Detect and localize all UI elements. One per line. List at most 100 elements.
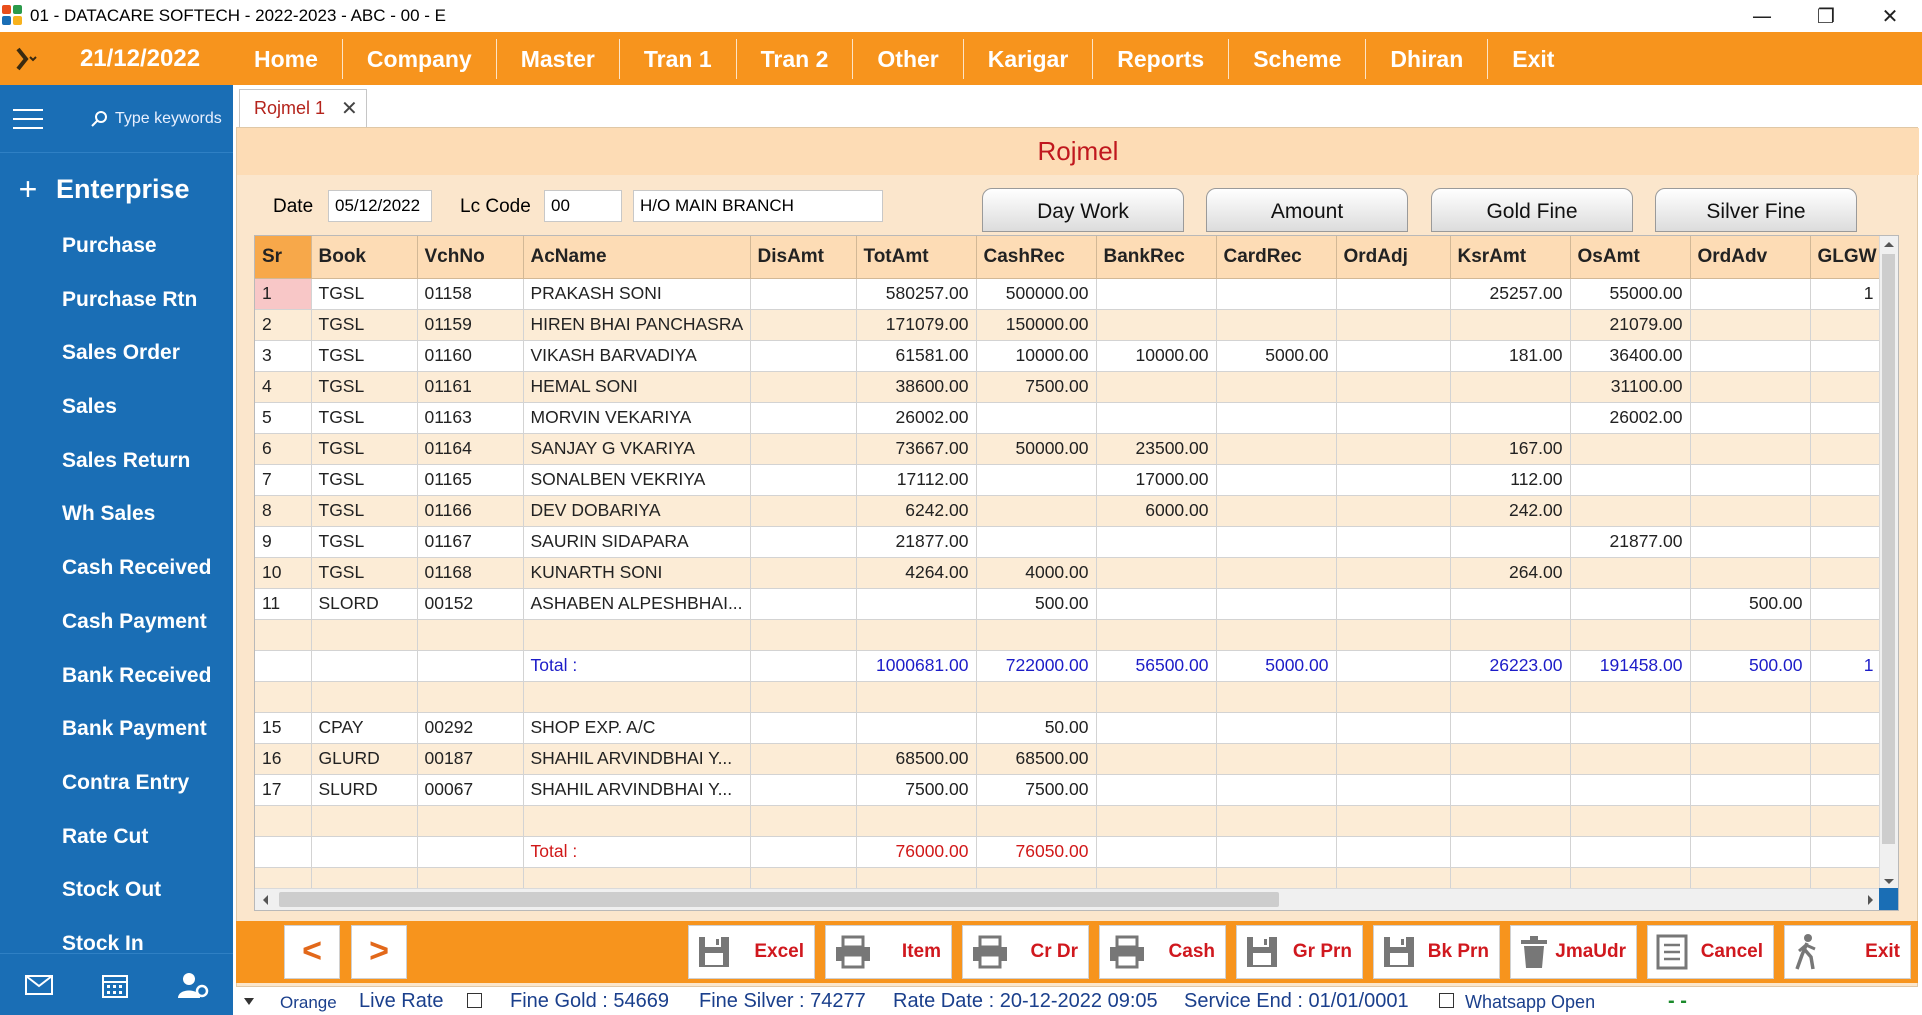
table-cell[interactable] bbox=[1096, 309, 1217, 341]
table-cell[interactable] bbox=[976, 495, 1097, 527]
table-cell[interactable] bbox=[1096, 805, 1217, 837]
table-cell[interactable]: 76050.00 bbox=[976, 836, 1097, 868]
table-cell[interactable]: 10000.00 bbox=[976, 340, 1097, 372]
table-cell[interactable] bbox=[1690, 526, 1811, 558]
table-cell[interactable] bbox=[1336, 588, 1451, 620]
hamburger-menu-icon[interactable] bbox=[13, 108, 43, 129]
user-settings-icon[interactable] bbox=[177, 971, 209, 999]
horizontal-scroll-thumb[interactable] bbox=[279, 892, 1279, 907]
table-cell[interactable]: 17 bbox=[255, 774, 312, 806]
table-cell[interactable] bbox=[750, 464, 857, 496]
table-cell[interactable] bbox=[750, 805, 857, 837]
gr-prn-button[interactable]: Gr Prn bbox=[1236, 925, 1363, 979]
table-cell[interactable] bbox=[1690, 836, 1811, 868]
table-cell[interactable]: 26002.00 bbox=[856, 402, 977, 434]
table-cell[interactable]: 00067 bbox=[417, 774, 524, 806]
table-row[interactable]: 10 TGSL 01168 KUNARTH SONI 4264.00 4000.00 264… bbox=[255, 557, 1882, 589]
table-cell[interactable]: 55000.00 bbox=[1570, 278, 1691, 310]
column-header-sr[interactable]: Sr bbox=[255, 236, 312, 279]
table-cell[interactable]: GLURD bbox=[311, 743, 418, 775]
table-cell[interactable]: 3 bbox=[255, 340, 312, 372]
sidebar-item-purchase[interactable]: Purchase bbox=[0, 219, 233, 273]
table-cell[interactable] bbox=[417, 836, 524, 868]
table-cell[interactable] bbox=[976, 805, 1097, 837]
table-cell[interactable] bbox=[1336, 805, 1451, 837]
table-cell[interactable] bbox=[1810, 464, 1882, 496]
table-cell[interactable] bbox=[1096, 836, 1217, 868]
table-cell[interactable]: SLURD bbox=[311, 774, 418, 806]
table-cell[interactable]: SHAHIL ARVINDBHAI Y... bbox=[523, 774, 751, 806]
table-cell[interactable]: 16 bbox=[255, 743, 312, 775]
column-header-acname[interactable]: AcName bbox=[523, 236, 751, 279]
menu-tran2[interactable]: Tran 2 bbox=[737, 38, 854, 79]
table-cell[interactable] bbox=[750, 340, 857, 372]
table-cell[interactable]: VIKASH BARVADIYA bbox=[523, 340, 751, 372]
tab-rojmel-1[interactable]: Rojmel 1 ✕ bbox=[239, 89, 367, 127]
table-cell[interactable] bbox=[750, 402, 857, 434]
column-header-glgw[interactable]: GLGW bbox=[1810, 236, 1882, 279]
table-cell[interactable] bbox=[1810, 495, 1882, 527]
table-cell[interactable]: 10 bbox=[255, 557, 312, 589]
table-cell[interactable] bbox=[976, 619, 1097, 651]
table-cell[interactable] bbox=[1096, 681, 1217, 713]
column-header-cardrec[interactable]: CardRec bbox=[1216, 236, 1337, 279]
table-cell[interactable]: 7500.00 bbox=[976, 774, 1097, 806]
table-cell[interactable]: 500.00 bbox=[1690, 588, 1811, 620]
table-row[interactable]: 15 CPAY 00292 SHOP EXP. A/C 50.00 bbox=[255, 712, 1882, 744]
table-cell[interactable] bbox=[1336, 278, 1451, 310]
table-cell[interactable]: 2 bbox=[255, 309, 312, 341]
table-cell[interactable]: 500.00 bbox=[1690, 650, 1811, 682]
table-cell[interactable]: 112.00 bbox=[1450, 464, 1571, 496]
tab-close-icon[interactable]: ✕ bbox=[341, 96, 358, 121]
table-cell[interactable]: 7500.00 bbox=[976, 371, 1097, 403]
restore-button[interactable]: ❐ bbox=[1794, 0, 1858, 32]
table-cell[interactable]: 4264.00 bbox=[856, 557, 977, 589]
table-cell[interactable]: TGSL bbox=[311, 557, 418, 589]
table-cell[interactable] bbox=[1690, 495, 1811, 527]
table-cell[interactable] bbox=[523, 681, 751, 713]
close-button[interactable]: ✕ bbox=[1858, 0, 1922, 32]
table-cell[interactable] bbox=[1216, 402, 1337, 434]
vertical-scrollbar[interactable] bbox=[1879, 236, 1898, 890]
table-cell[interactable]: 191458.00 bbox=[1570, 650, 1691, 682]
table-cell[interactable] bbox=[1810, 805, 1882, 837]
table-cell[interactable] bbox=[1096, 619, 1217, 651]
table-cell[interactable] bbox=[1450, 588, 1571, 620]
table-cell[interactable] bbox=[1336, 557, 1451, 589]
table-row[interactable]: 16 GLURD 00187 SHAHIL ARVINDBHAI Y... 68500.… bbox=[255, 743, 1882, 775]
table-cell[interactable] bbox=[1336, 681, 1451, 713]
table-cell[interactable]: 01167 bbox=[417, 526, 524, 558]
table-cell[interactable]: 01163 bbox=[417, 402, 524, 434]
table-cell[interactable]: Total : bbox=[523, 836, 751, 868]
table-cell[interactable]: HIREN BHAI PANCHASRA bbox=[523, 309, 751, 341]
jmaudr-button[interactable]: JmaUdr bbox=[1510, 925, 1637, 979]
table-cell[interactable] bbox=[976, 464, 1097, 496]
table-cell[interactable] bbox=[856, 588, 977, 620]
table-cell[interactable] bbox=[1810, 681, 1882, 713]
amount-button[interactable]: Amount bbox=[1206, 188, 1408, 232]
table-cell[interactable] bbox=[1096, 557, 1217, 589]
table-cell[interactable] bbox=[1690, 340, 1811, 372]
table-cell[interactable] bbox=[1450, 371, 1571, 403]
table-row[interactable]: 2 TGSL 01159 HIREN BHAI PANCHASRA 171079.00 1… bbox=[255, 309, 1882, 341]
cash-button[interactable]: Cash bbox=[1099, 925, 1226, 979]
table-cell[interactable] bbox=[1336, 836, 1451, 868]
table-cell[interactable]: 01166 bbox=[417, 495, 524, 527]
table-cell[interactable] bbox=[1810, 526, 1882, 558]
table-cell[interactable] bbox=[856, 681, 977, 713]
table-cell[interactable] bbox=[1216, 836, 1337, 868]
table-cell[interactable] bbox=[1336, 712, 1451, 744]
table-cell[interactable]: SANJAY G VKARIYA bbox=[523, 433, 751, 465]
table-cell[interactable]: 171079.00 bbox=[856, 309, 977, 341]
table-cell[interactable]: 61581.00 bbox=[856, 340, 977, 372]
table-cell[interactable] bbox=[1690, 309, 1811, 341]
table-cell[interactable] bbox=[1096, 402, 1217, 434]
table-cell[interactable] bbox=[1336, 309, 1451, 341]
table-cell[interactable] bbox=[750, 619, 857, 651]
table-cell[interactable]: 25257.00 bbox=[1450, 278, 1571, 310]
table-cell[interactable]: 6 bbox=[255, 433, 312, 465]
table-cell[interactable]: TGSL bbox=[311, 495, 418, 527]
table-cell[interactable] bbox=[311, 836, 418, 868]
table-cell[interactable]: SHOP EXP. A/C bbox=[523, 712, 751, 744]
menu-company[interactable]: Company bbox=[343, 38, 497, 79]
